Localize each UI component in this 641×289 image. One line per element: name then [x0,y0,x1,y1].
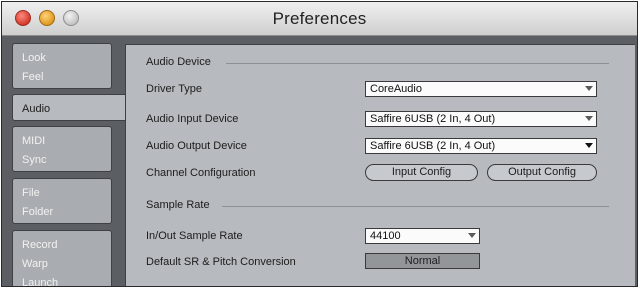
section-divider [226,63,609,64]
window-title: Preferences [272,9,367,28]
chevron-down-icon [585,143,593,148]
tab-label-warp: Warp [22,258,48,270]
driver-type-value: CoreAudio [370,83,422,95]
section-title-sample-rate: Sample Rate [146,199,210,211]
tab-midi-sync[interactable]: MIDI Sync [12,126,112,172]
tab-label-feel: Feel [22,71,44,83]
tab-label-audio: Audio [22,103,51,115]
preferences-window: Preferences Look Feel Audio MIDI Sync Fi… [1,1,638,287]
chevron-down-icon [585,116,593,121]
audio-input-device-chooser[interactable]: Saffire 6USB (2 In, 4 Out) [365,111,597,127]
tab-label-folder: Folder [22,206,54,218]
tab-record-warp-launch[interactable]: Record Warp Launch [12,230,112,287]
tab-label-sync: Sync [22,154,47,166]
tab-file-folder[interactable]: File Folder [12,178,112,224]
sample-rate-chooser[interactable]: 44100 [365,228,480,244]
pitch-conversion-button[interactable]: Normal [365,253,480,269]
tab-label-launch: Launch [22,277,59,287]
driver-type-label: Driver Type [146,83,203,95]
audio-preferences-panel: Audio Device Driver Type CoreAudio Audio… [125,44,635,286]
audio-input-device-label: Audio Input Device [146,113,239,125]
chevron-down-icon [468,233,476,238]
audio-output-device-value: Saffire 6USB (2 In, 4 Out) [370,140,496,152]
chevron-down-icon [585,86,593,91]
tab-look-feel[interactable]: Look Feel [12,43,112,89]
tab-label-record: Record [22,239,58,251]
channel-configuration-label: Channel Configuration [146,167,256,179]
audio-input-device-value: Saffire 6USB (2 In, 4 Out) [370,113,496,125]
driver-type-chooser[interactable]: CoreAudio [365,81,597,97]
tab-label-file: File [22,187,40,199]
sr-pitch-conversion-label: Default SR & Pitch Conversion [146,256,296,268]
input-config-button[interactable]: Input Config [365,164,478,181]
title-bar: Preferences [2,2,637,36]
audio-output-device-label: Audio Output Device [146,140,247,152]
tab-audio[interactable]: Audio [12,94,126,121]
section-title-audio-device: Audio Device [146,56,211,68]
audio-output-device-chooser[interactable]: Saffire 6USB (2 In, 4 Out) [365,138,597,154]
section-divider [222,206,609,207]
output-config-button[interactable]: Output Config [487,164,597,181]
in-out-sample-rate-label: In/Out Sample Rate [146,230,243,242]
sample-rate-value: 44100 [370,230,401,242]
tab-label-midi: MIDI [22,135,46,147]
tab-label-look: Look [22,52,46,64]
preferences-sidebar: Look Feel Audio MIDI Sync File Folder Re… [2,36,126,286]
